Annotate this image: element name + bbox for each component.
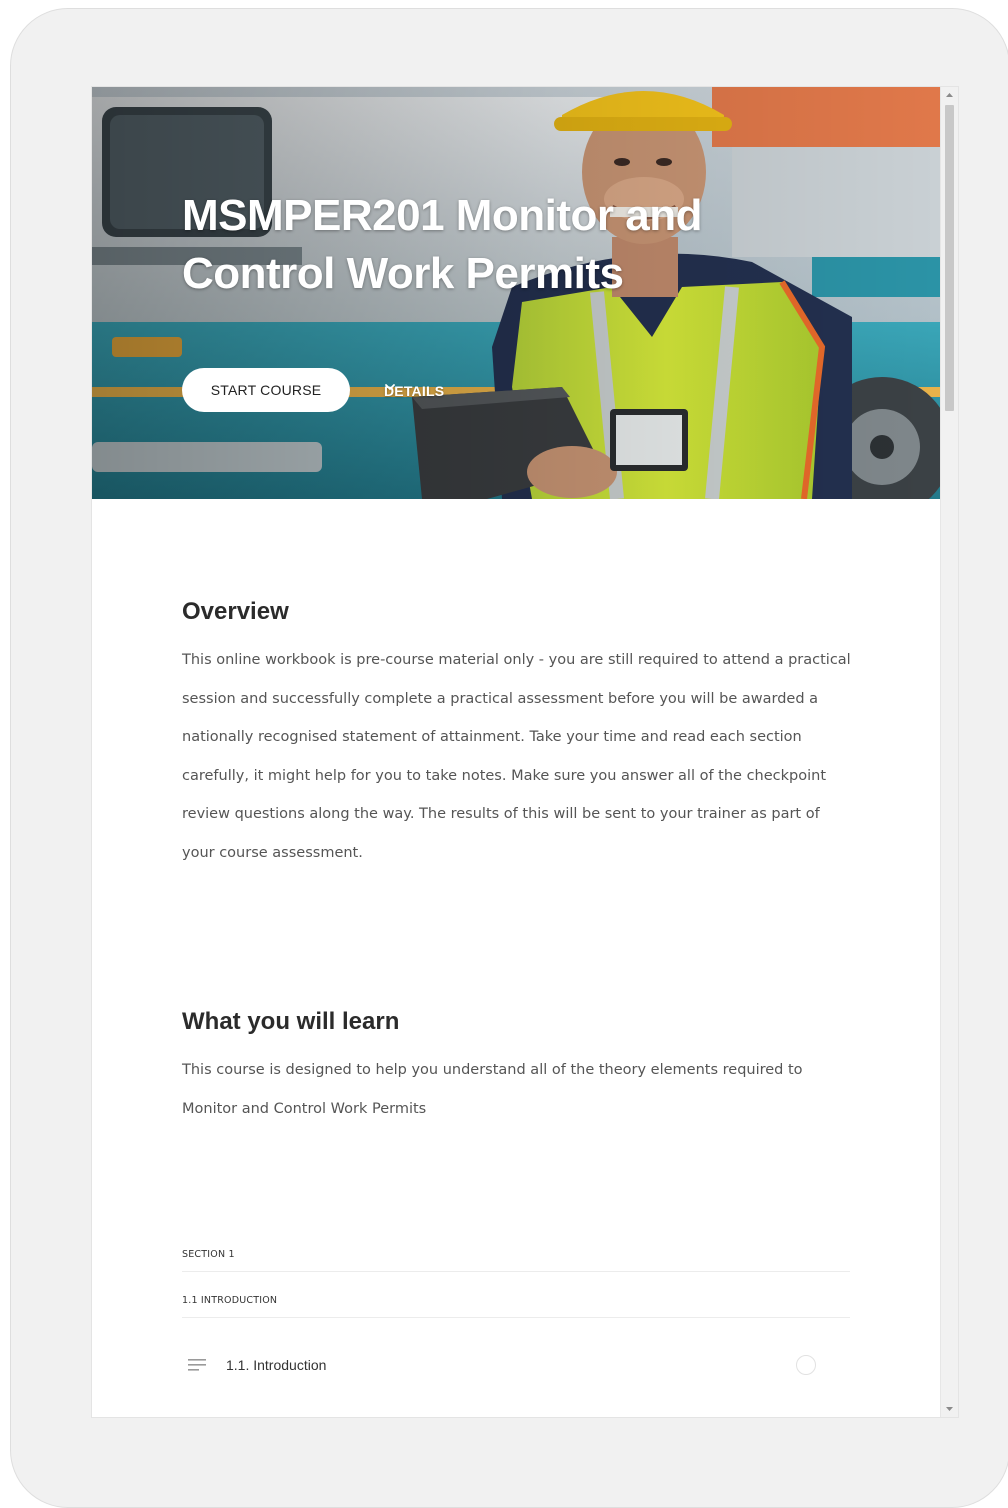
text-lines-icon <box>188 1359 206 1371</box>
lesson-label: 1.1. Introduction <box>226 1357 327 1373</box>
learn-heading: What you will learn <box>182 1008 400 1035</box>
overview-text: This online workbook is pre-course mater… <box>182 652 851 861</box>
learn-text: This course is designed to help you unde… <box>182 1062 803 1117</box>
start-course-button[interactable]: START COURSE <box>182 368 350 412</box>
learn-section: What you will learn This course is desig… <box>182 1007 852 1128</box>
course-page: MSMPER201 Monitor and Control Work Permi… <box>92 87 940 1417</box>
scroll-down-arrow-icon[interactable] <box>941 1400 958 1417</box>
scroll-thumb[interactable] <box>945 105 954 411</box>
overview-section: Overview This online workbook is pre-cou… <box>182 597 852 872</box>
incomplete-circle-icon <box>796 1355 816 1375</box>
course-title: MSMPER201 Monitor and Control Work Permi… <box>182 191 703 298</box>
outline-section-header: SECTION 1 <box>182 1249 850 1272</box>
overview-heading: Overview <box>182 598 289 625</box>
tablet-frame: MSMPER201 Monitor and Control Work Permi… <box>10 8 1008 1508</box>
outline-subsection-header: 1.1 INTRODUCTION <box>182 1295 850 1318</box>
lesson-item[interactable]: 1.1. Introduction <box>182 1351 822 1379</box>
vertical-scrollbar[interactable] <box>940 87 958 1417</box>
screen: MSMPER201 Monitor and Control Work Permi… <box>91 86 959 1418</box>
details-toggle[interactable]: DETAILS <box>384 381 444 401</box>
course-hero: MSMPER201 Monitor and Control Work Permi… <box>92 87 940 499</box>
scroll-up-arrow-icon[interactable] <box>941 87 958 104</box>
chevron-down-icon <box>385 384 395 391</box>
